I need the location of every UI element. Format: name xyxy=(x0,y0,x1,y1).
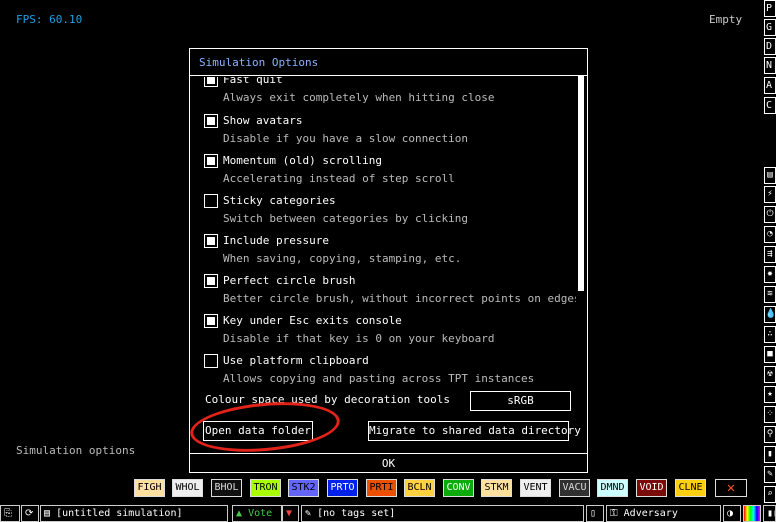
checkbox[interactable] xyxy=(204,314,218,328)
save-icon: ▤ xyxy=(44,508,51,519)
save-simulation-button[interactable]: ▤ [untitled simulation] xyxy=(40,505,228,522)
category-gases-icon[interactable]: ≋ xyxy=(764,286,776,303)
option-label: Perfect circle brush xyxy=(223,274,356,287)
option-label: Key under Esc exits console xyxy=(223,314,402,327)
migrate-data-button[interactable]: Migrate to shared data directory xyxy=(368,421,581,441)
category-special-icon[interactable]: ★ xyxy=(764,386,776,403)
vote-label: Vote xyxy=(248,508,273,519)
vote-up-icon: ▲ xyxy=(236,508,243,519)
element-clne[interactable]: CLNE xyxy=(675,479,706,497)
element-figh[interactable]: FIGH xyxy=(134,479,165,497)
checkbox[interactable] xyxy=(204,77,218,87)
checkbox[interactable] xyxy=(204,194,218,208)
clear-simulation-icon[interactable]: ▯ xyxy=(586,505,604,522)
element-prto[interactable]: PRTO xyxy=(327,479,358,497)
category-search-icon[interactable]: ▤ xyxy=(764,167,776,184)
ok-button[interactable]: OK xyxy=(189,453,588,473)
category-powders-icon[interactable]: ∴ xyxy=(764,326,776,343)
option-description: Always exit completely when hitting clos… xyxy=(223,91,495,104)
option-label: Fast quit xyxy=(223,77,283,86)
menu-button-g[interactable]: G xyxy=(764,19,776,36)
menu-button-p[interactable]: P xyxy=(764,0,776,17)
element-conv[interactable]: CONV xyxy=(443,479,474,497)
category-force-icon[interactable]: ⇶ xyxy=(764,246,776,263)
element-bhol[interactable]: BHOL xyxy=(211,479,242,497)
option-label: Use platform clipboard xyxy=(223,354,369,367)
element-stkm[interactable]: STKM xyxy=(481,479,512,497)
fps-counter: FPS: 60.10 xyxy=(16,13,83,26)
open-data-folder-button[interactable]: Open data folder xyxy=(203,421,313,441)
element-vent[interactable]: VENT xyxy=(520,479,551,497)
element-dmnd[interactable]: DMND xyxy=(597,479,628,497)
checkbox[interactable] xyxy=(204,234,218,248)
options-scrollbar[interactable] xyxy=(578,76,584,291)
option-description: Accelerating instead of step scroll xyxy=(223,172,455,185)
vote-down-icon: ▼ xyxy=(286,508,293,519)
user-icon: ⚿ xyxy=(610,508,618,519)
category-decoration-icon[interactable]: ✎ xyxy=(764,466,776,483)
option-label: Include pressure xyxy=(223,234,329,247)
element-prti[interactable]: PRTI xyxy=(366,479,397,497)
menu-button-d[interactable]: D xyxy=(764,38,776,55)
element-stk2[interactable]: STK2 xyxy=(288,479,319,497)
menu-button-c[interactable]: C xyxy=(764,97,776,114)
right-menu: P G D N A C ▤ ⚡ ⏻ ◔ ⇶ ✸ ≋ 💧 ∴ ■ ☢ ★ ⁘ ⚲ … xyxy=(764,0,776,522)
element-void[interactable]: VOID xyxy=(636,479,667,497)
vote-up-button[interactable]: ▲ Vote xyxy=(232,505,282,522)
sample-readout: Empty xyxy=(709,13,743,26)
open-save-icon[interactable]: ⎘ xyxy=(0,505,20,522)
clear-selection-icon[interactable]: ✕ xyxy=(715,479,747,497)
colour-space-label: Colour space used by decoration tools xyxy=(205,393,451,406)
category-tools-icon[interactable]: ⚲ xyxy=(764,426,776,443)
option-label: Show avatars xyxy=(223,114,303,127)
tag-icon: ✎ xyxy=(305,508,312,519)
option-description: Switch between categories by clicking xyxy=(223,212,469,225)
category-liquids-icon[interactable]: 💧 xyxy=(764,306,776,323)
category-favorites-icon[interactable]: ▮ xyxy=(764,446,776,463)
username: Adversary xyxy=(623,508,678,519)
element-tron[interactable]: TRON xyxy=(250,479,281,497)
category-recent-icon[interactable]: ⌕ xyxy=(764,486,776,503)
element-whol[interactable]: WHOL xyxy=(172,479,203,497)
option-label: Sticky categories xyxy=(223,194,336,207)
login-button[interactable]: ⚿ Adversary xyxy=(606,505,721,522)
options-list: Fast quit Always exit completely when hi… xyxy=(190,77,576,439)
display-mode-icon[interactable] xyxy=(743,505,761,522)
option-description: Disable if you have a slow connection xyxy=(223,132,469,145)
checkbox[interactable] xyxy=(204,354,218,368)
simulation-name: [untitled simulation] xyxy=(56,508,183,519)
tooltip-hint: Simulation options xyxy=(16,444,136,457)
option-description: When saving, copying, stamping, etc. xyxy=(223,252,462,265)
dialog-title: Simulation Options xyxy=(190,49,587,76)
vote-down-button[interactable]: ▼ xyxy=(282,505,299,522)
checkbox[interactable] xyxy=(204,114,218,128)
option-label: Momentum (old) scrolling xyxy=(223,154,382,167)
option-description: Disable if that key is 0 on your keyboar… xyxy=(223,332,495,345)
menu-button-n[interactable]: N xyxy=(764,57,776,74)
category-life-icon[interactable]: ⁘ xyxy=(764,406,776,423)
settings-icon[interactable]: ◑ xyxy=(723,505,741,522)
option-description: Better circle brush, without incorrect p… xyxy=(223,292,576,305)
tags-button[interactable]: ✎ [no tags set] xyxy=(301,505,584,522)
bottom-bar: ⎘ ⟳ ▤ [untitled simulation] ▲ Vote ▼ ✎ [… xyxy=(0,505,776,522)
category-radioactive-icon[interactable]: ☢ xyxy=(764,366,776,383)
category-explosives-icon[interactable]: ✸ xyxy=(764,266,776,283)
element-vacu[interactable]: VACU xyxy=(559,479,590,497)
category-sensors-icon[interactable]: ◔ xyxy=(764,226,776,243)
tags-text: [no tags set] xyxy=(317,508,396,519)
category-powered-icon[interactable]: ⏻ xyxy=(764,206,776,223)
checkbox[interactable] xyxy=(204,154,218,168)
checkbox[interactable] xyxy=(204,274,218,288)
pause-icon[interactable]: ▮▮ xyxy=(763,505,776,522)
colour-space-dropdown[interactable]: sRGB xyxy=(470,391,571,411)
option-description: Allows copying and pasting across TPT in… xyxy=(223,372,535,385)
category-electronics-icon[interactable]: ⚡ xyxy=(764,186,776,203)
element-bcln[interactable]: BCLN xyxy=(404,479,435,497)
menu-button-a[interactable]: A xyxy=(764,77,776,94)
category-solids-icon[interactable]: ■ xyxy=(764,346,776,363)
reload-icon[interactable]: ⟳ xyxy=(21,505,39,522)
